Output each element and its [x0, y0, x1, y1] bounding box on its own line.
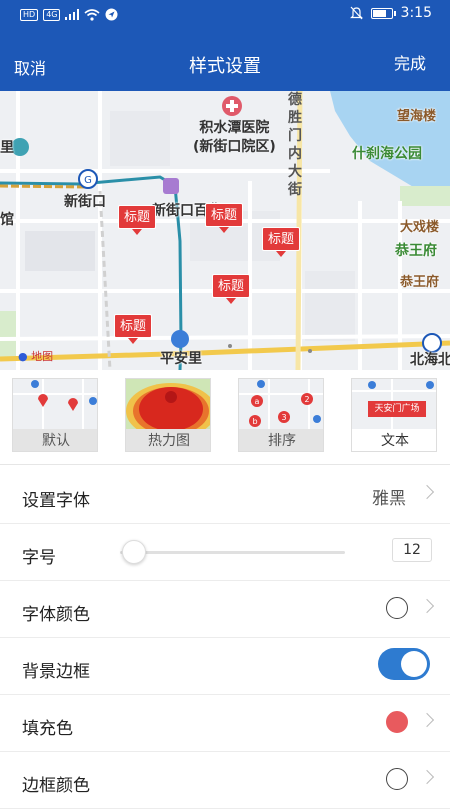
- style-label: 默认: [13, 429, 97, 451]
- signal-icon: [65, 9, 80, 20]
- hospital-label: 积水潭医院 (新街口院区): [193, 120, 276, 155]
- style-option-heatmap[interactable]: 热力图: [125, 378, 211, 452]
- wifi-icon: [84, 8, 101, 21]
- style-label: 热力图: [126, 429, 210, 451]
- setting-fill-color[interactable]: 填充色: [0, 695, 450, 752]
- street-label: 德胜门内大街: [288, 92, 302, 198]
- setting-font-size: 字号 12: [0, 524, 450, 581]
- poi-label: 北海北: [410, 352, 450, 368]
- style-label: 文本: [352, 429, 436, 451]
- text-style-sample: 天安门广场: [374, 404, 420, 414]
- map-marker[interactable]: 标题: [114, 314, 152, 344]
- location-send-icon: [105, 8, 118, 21]
- svg-text:b: b: [252, 417, 257, 426]
- chevron-right-icon: [419, 484, 435, 500]
- poi-label: 平安里: [160, 351, 202, 367]
- network-indicator: 4G: [43, 8, 61, 21]
- status-bar: HD 4G 3:15: [0, 0, 450, 30]
- border-color-swatch: [386, 768, 408, 790]
- font-size-slider-thumb[interactable]: [122, 540, 146, 564]
- font-color-swatch: [386, 597, 408, 619]
- poi-label: 恭王府: [400, 275, 440, 290]
- setting-font-color[interactable]: 字体颜色: [0, 581, 450, 638]
- map-marker[interactable]: 标题: [262, 227, 300, 257]
- paw-logo-icon: ●: [18, 350, 28, 363]
- svg-text:3: 3: [281, 413, 286, 422]
- sorted-style-icon: a 2 3 b: [239, 379, 323, 429]
- battery-icon: [370, 7, 396, 19]
- poi-label: 恭王府: [395, 243, 437, 259]
- chevron-right-icon: [419, 598, 435, 614]
- done-button[interactable]: 完成: [394, 50, 426, 74]
- setting-label: 字体颜色: [22, 605, 90, 625]
- poi-label: 里: [0, 140, 14, 156]
- default-style-icon: [13, 379, 97, 429]
- poi-label: 新街口: [64, 194, 106, 210]
- setting-border-color[interactable]: 边框颜色: [0, 752, 450, 809]
- chevron-right-icon: [419, 712, 435, 728]
- nav-bar: 取消 样式设置 完成: [0, 40, 450, 85]
- svg-text:G: G: [84, 175, 92, 186]
- setting-background-border: 背景边框: [0, 638, 450, 695]
- setting-label: 边框颜色: [22, 776, 90, 796]
- font-size-value[interactable]: 12: [392, 538, 432, 562]
- hd-indicator: HD: [20, 8, 39, 21]
- heatmap-style-icon: [126, 379, 210, 429]
- style-option-text[interactable]: 天安门广场 文本: [351, 378, 437, 452]
- style-label: 排序: [239, 429, 323, 451]
- setting-label: 字号: [22, 548, 56, 568]
- chevron-right-icon: [419, 769, 435, 785]
- app-header: HD 4G 3:15 取消 样式设置 完成: [0, 0, 450, 91]
- poi-label: 馆: [0, 212, 14, 228]
- style-selector: 默认 热力图 a 2 3 b 排序 天安门广场 文本: [0, 370, 450, 465]
- background-border-toggle[interactable]: [378, 648, 430, 680]
- svg-text:a: a: [255, 397, 260, 406]
- mute-bell-icon: [349, 6, 363, 20]
- font-size-slider-track[interactable]: [120, 551, 345, 554]
- svg-text:2: 2: [304, 395, 309, 404]
- map-marker[interactable]: 标题: [205, 203, 243, 233]
- map-preview[interactable]: G 积水潭医院 (新街口院区) 德胜门内大街 望海楼 什刹海公园 新街口 新街口…: [0, 91, 450, 370]
- style-option-default[interactable]: 默认: [12, 378, 98, 452]
- fill-color-swatch: [386, 711, 408, 733]
- poi-label: 望海楼: [397, 109, 437, 124]
- style-option-sorted[interactable]: a 2 3 b 排序: [238, 378, 324, 452]
- map-logo: ● 地图: [18, 350, 54, 363]
- poi-label: 什刹海公园: [352, 146, 422, 162]
- setting-label: 设置字体: [22, 491, 90, 511]
- setting-label: 背景边框: [22, 662, 90, 682]
- font-value: 雅黑: [372, 489, 406, 509]
- setting-font[interactable]: 设置字体 雅黑: [0, 467, 450, 524]
- map-marker[interactable]: 标题: [118, 205, 156, 235]
- status-time: 3:15: [400, 5, 432, 21]
- map-marker[interactable]: 标题: [212, 274, 250, 304]
- page-title: 样式设置: [189, 56, 261, 77]
- setting-label: 填充色: [22, 719, 73, 739]
- poi-label: 大戏楼: [400, 220, 440, 235]
